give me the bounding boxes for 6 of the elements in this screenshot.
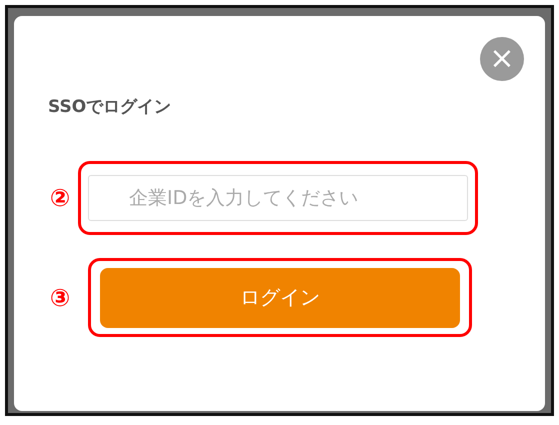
login-button[interactable]: ログイン: [100, 268, 460, 328]
company-id-field[interactable]: 企業IDを入力してください: [88, 175, 468, 221]
step-marker: ②: [48, 184, 72, 212]
step-marker: ③: [48, 284, 72, 312]
dialog-title: SSOでログイン: [48, 96, 172, 119]
close-button[interactable]: ×: [480, 37, 524, 81]
